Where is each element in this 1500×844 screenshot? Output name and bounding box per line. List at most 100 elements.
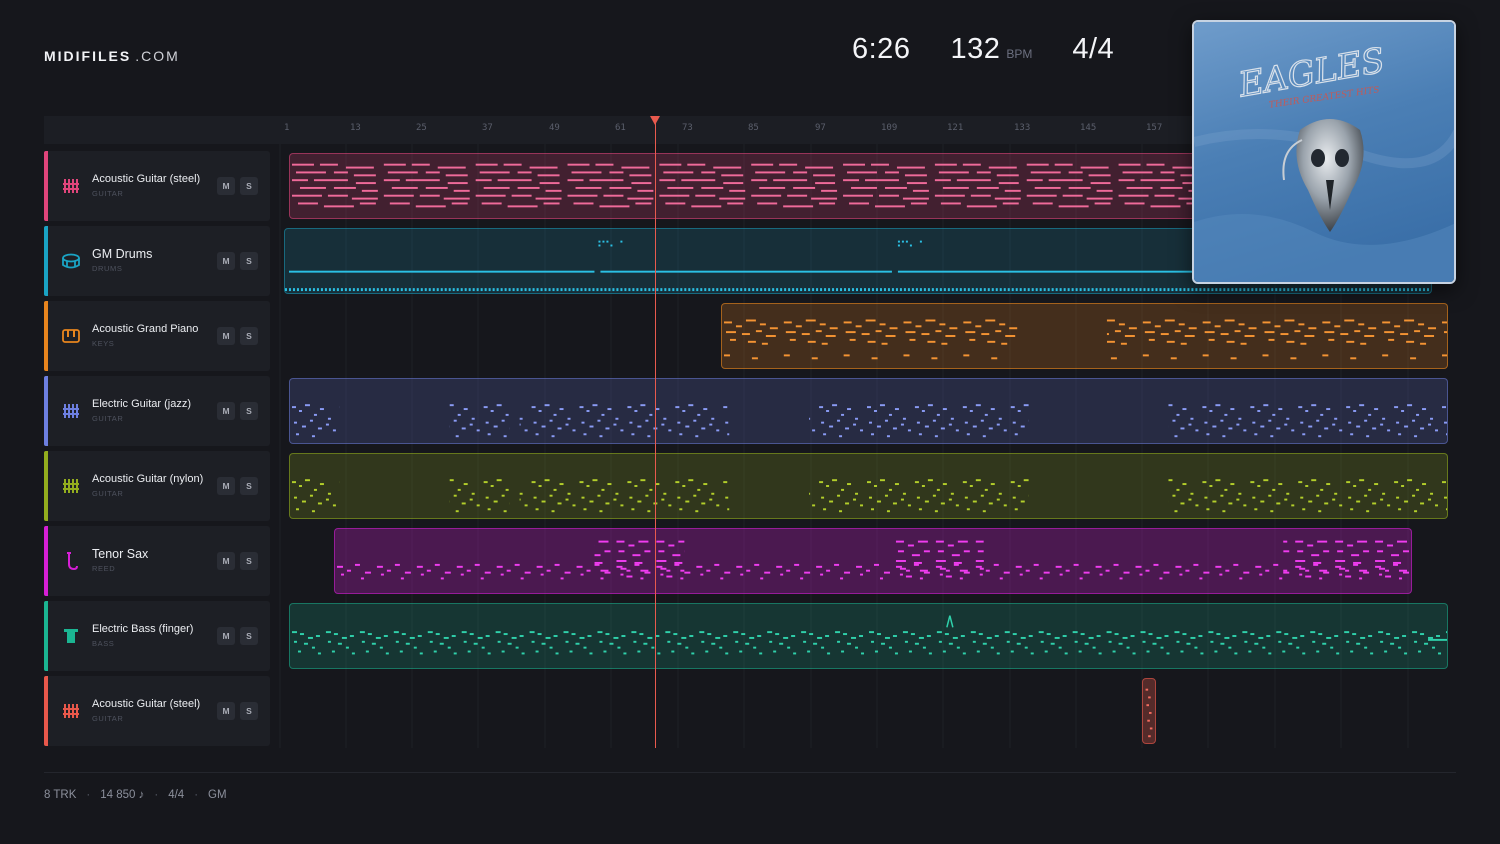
sax-icon — [67, 552, 78, 571]
mute-button[interactable]: M — [217, 177, 235, 195]
brand-name: MIDIFILES — [44, 48, 132, 64]
track-header[interactable]: Acoustic Guitar (steel) GUITAR M S — [44, 151, 270, 221]
ruler-tick: 121 — [947, 123, 964, 133]
bass-icon — [64, 629, 78, 643]
note-count: 14 850 ♪ — [100, 789, 145, 801]
playhead[interactable] — [655, 116, 656, 748]
note-pattern — [1145, 688, 1153, 738]
album-cover-art: EAGLES THEIR GREATEST HITS — [1194, 22, 1454, 282]
time-signature: 4/4 — [1072, 33, 1115, 65]
track-name: Acoustic Guitar (steel) — [92, 698, 201, 710]
track-category: GUITAR — [92, 414, 124, 423]
track-category: KEYS — [92, 339, 115, 348]
track-lane[interactable] — [278, 526, 1456, 596]
track-color-bar — [44, 226, 48, 296]
solo-button[interactable]: S — [240, 177, 258, 195]
mute-button[interactable]: M — [217, 252, 235, 270]
track-header[interactable]: Electric Guitar (jazz) GUITAR M S — [44, 376, 270, 446]
ruler-tick: 145 — [1080, 123, 1097, 133]
mute-button[interactable]: M — [217, 552, 235, 570]
midi-clip[interactable] — [289, 378, 1448, 444]
note-pattern — [290, 379, 1447, 443]
track-header[interactable]: Acoustic Grand Piano KEYS M S — [44, 301, 270, 371]
guitar-icon — [63, 704, 79, 718]
solo-button[interactable]: S — [240, 327, 258, 345]
tempo: 132 — [950, 33, 1001, 65]
mute-button[interactable]: M — [217, 627, 235, 645]
track-category: GUITAR — [92, 489, 124, 498]
note-pattern — [335, 529, 1411, 593]
ruler-tick: 13 — [350, 123, 361, 133]
midi-clip[interactable] — [289, 453, 1448, 519]
ruler-tick: 25 — [416, 123, 427, 133]
mute-button[interactable]: M — [217, 702, 235, 720]
track-color-bar — [44, 676, 48, 746]
ruler-tick: 1 — [284, 123, 290, 133]
midi-clip[interactable] — [1142, 678, 1156, 744]
playhead-handle[interactable] — [650, 116, 660, 125]
track-color-bar — [44, 151, 48, 221]
solo-button[interactable]: S — [240, 702, 258, 720]
track-lane[interactable] — [278, 301, 1456, 371]
note-pattern — [290, 604, 1447, 668]
track-header[interactable]: Acoustic Guitar (nylon) GUITAR M S — [44, 451, 270, 521]
solo-button[interactable]: S — [240, 477, 258, 495]
mute-button[interactable]: M — [217, 402, 235, 420]
midi-clip[interactable] — [334, 528, 1412, 594]
track-name: Electric Bass (finger) — [92, 623, 194, 635]
drum-icon — [62, 253, 80, 269]
track-lane[interactable] — [278, 376, 1456, 446]
track-name: GM Drums — [92, 247, 153, 261]
track-header[interactable]: GM Drums DRUMS M S — [44, 226, 270, 296]
tempo-unit: BPM — [1006, 47, 1033, 61]
track-name: Acoustic Guitar (nylon) — [92, 473, 204, 485]
track-category: GUITAR — [92, 189, 124, 198]
track-name: Acoustic Guitar (steel) — [92, 173, 201, 185]
ruler-tick: 157 — [1146, 123, 1163, 133]
ruler-tick: 61 — [615, 123, 626, 133]
guitar-icon — [63, 479, 79, 493]
track-color-bar — [44, 601, 48, 671]
track-lane[interactable] — [278, 451, 1456, 521]
ruler-tick: 97 — [815, 123, 826, 133]
ruler-tick: 85 — [748, 123, 759, 133]
guitar-icon — [63, 179, 79, 193]
ruler-tick: 109 — [881, 123, 898, 133]
track-color-bar — [44, 451, 48, 521]
note-pattern — [290, 454, 1447, 518]
mute-button[interactable]: M — [217, 477, 235, 495]
track-category: REED — [92, 564, 116, 573]
ruler-tick: 49 — [549, 123, 560, 133]
track-header[interactable]: Tenor Sax REED M S — [44, 526, 270, 596]
note-pattern — [722, 304, 1447, 368]
track-header[interactable]: Acoustic Guitar (steel) GUITAR M S — [44, 676, 270, 746]
track-name: Electric Guitar (jazz) — [92, 398, 192, 410]
track-lane[interactable] — [278, 601, 1456, 671]
solo-button[interactable]: S — [240, 552, 258, 570]
track-color-bar — [44, 376, 48, 446]
midi-clip[interactable] — [721, 303, 1448, 369]
solo-button[interactable]: S — [240, 627, 258, 645]
solo-button[interactable]: S — [240, 402, 258, 420]
midi-standard: GM — [208, 789, 227, 801]
track-name: Tenor Sax — [92, 547, 149, 561]
track-header[interactable]: Electric Bass (finger) BASS M S — [44, 601, 270, 671]
footer-info: 8 TRK · 14 850 ♪ · 4/4 · GM — [44, 789, 227, 801]
track-count: 8 TRK — [44, 789, 77, 801]
track-lane[interactable] — [278, 676, 1456, 746]
footer-time-signature: 4/4 — [168, 789, 185, 801]
ruler-tick: 73 — [682, 123, 693, 133]
ruler-tick: 37 — [482, 123, 493, 133]
track-color-bar — [44, 301, 48, 371]
track-name: Acoustic Grand Piano — [92, 323, 199, 335]
solo-button[interactable]: S — [240, 252, 258, 270]
mute-button[interactable]: M — [217, 327, 235, 345]
track-category: BASS — [92, 639, 115, 648]
song-stats: 6:26 132 BPM 4/4 — [852, 33, 1114, 69]
track-category: GUITAR — [92, 714, 124, 723]
ruler-tick: 133 — [1014, 123, 1031, 133]
midi-clip[interactable] — [289, 603, 1448, 669]
track-color-bar — [44, 526, 48, 596]
brand-domain: .COM — [135, 48, 180, 64]
track-category: DRUMS — [92, 264, 123, 273]
